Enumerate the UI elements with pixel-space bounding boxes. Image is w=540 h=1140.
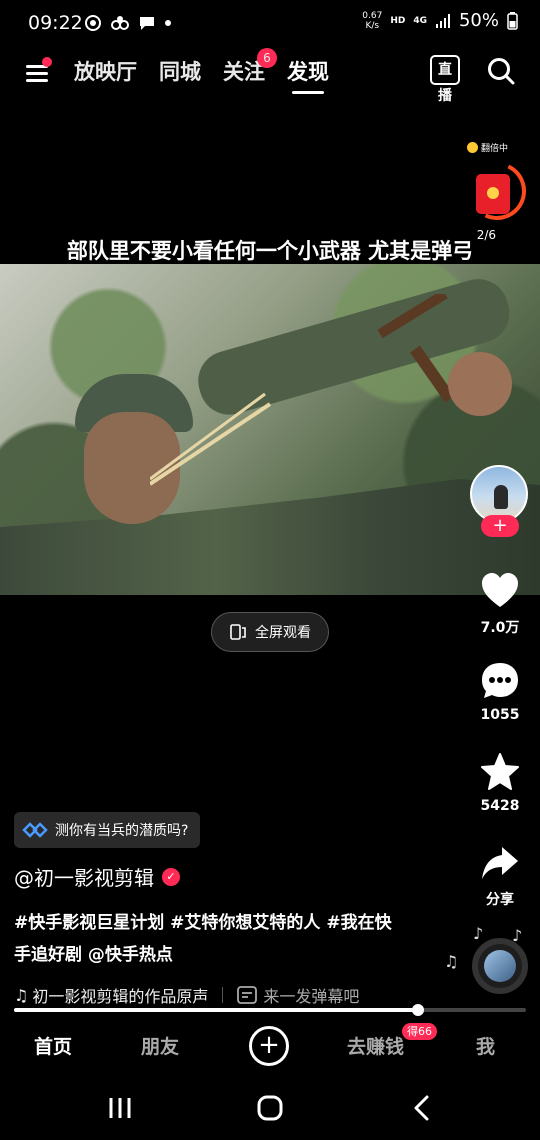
like-action[interactable]: 7.0万 [470,571,530,637]
status-time: 09:22 [28,12,83,34]
network-speed: 0.67 K/s [362,11,382,31]
description-line-2: 手追好剧 @快手热点 [14,945,173,965]
tab-theater[interactable]: 放映厅 [74,56,137,94]
notification-icons [84,14,172,32]
nav-me[interactable]: 我 [476,1032,495,1059]
music-title[interactable]: 初一影视剪辑的作品原声 [32,983,208,1007]
quiz-banner[interactable]: 测你有当兵的潜质吗? [14,812,201,848]
nav-friends[interactable]: 朋友 [141,1032,179,1059]
kuaishou-notification-icon [85,15,101,31]
status-right: 0.67 K/s HD 4G 50% [362,10,518,31]
heart-icon [482,573,518,607]
tab-following[interactable]: 关注 6 [223,48,277,94]
video-frame[interactable] [0,264,540,595]
system-nav-bar [0,1076,540,1140]
music-row: ♫ 初一影视剪辑的作品原声 来一发弹幕吧 [14,983,434,1007]
share-action[interactable]: 分享 [470,843,530,909]
tab-theater-label: 放映厅 [74,60,137,84]
status-bar: 09:22 0.67 K/s HD 4G 50% [0,0,540,50]
follow-button[interactable]: + [481,515,519,537]
more-notifications-dot-icon [165,20,171,26]
top-nav: 放映厅 同城 关注 6 发现 直播 [0,48,540,104]
video-progress-bar[interactable] [14,1004,526,1016]
create-button[interactable]: + [249,1026,289,1066]
author-row[interactable]: @初一影视剪辑 ✓ [14,862,434,891]
tab-nearby-label: 同城 [159,60,201,84]
chat-notification-icon [140,17,154,30]
divider [222,987,224,1003]
star-icon [481,753,519,790]
nav-earn[interactable]: 去赚钱 [347,1032,404,1059]
signal-icon [435,13,450,28]
network-speed-value: 0.67 [362,10,383,21]
quiz-banner-text: 测你有当兵的潜质吗? [55,823,189,839]
menu-notification-dot [42,57,52,67]
back-icon[interactable] [406,1092,438,1124]
following-badge: 6 [257,48,277,68]
progress-fill [14,1008,419,1012]
share-label: 分享 [486,892,514,908]
tab-nearby[interactable]: 同城 [159,56,201,94]
home-icon[interactable] [254,1092,286,1124]
reward-label: 翻倍中 [466,141,508,154]
comment-action[interactable]: 1055 [470,661,530,723]
earn-badge: 得66 [402,1023,437,1040]
music-disc[interactable] [472,938,528,994]
network-speed-unit: K/s [365,20,380,31]
reward-widget[interactable]: 翻倍中 [450,138,535,229]
music-note-icon: ♪ [473,924,484,943]
progress-knob[interactable] [412,1004,425,1016]
bottom-nav: 首页 朋友 + 去赚钱 得66 我 [0,1020,540,1072]
network-type: 4G [413,15,427,26]
like-count: 7.0万 [480,620,520,636]
hd-indicator: HD [390,15,406,26]
video-description[interactable]: #快手影视巨星计划 #艾特你想艾特的人 #我在快 手追好剧 @快手热点 [14,907,434,971]
red-envelope-icon [476,174,510,214]
battery-percent: 50% [458,10,499,31]
author-name: @初一影视剪辑 [14,866,154,890]
comment-icon [482,663,518,698]
menu-button[interactable] [24,57,54,89]
search-icon[interactable] [486,56,516,86]
favorite-action[interactable]: 5428 [470,752,530,814]
nav-home[interactable]: 首页 [34,1032,72,1059]
tab-discover[interactable]: 发现 [287,56,329,94]
favorite-count: 5428 [480,798,520,814]
fullscreen-icon [230,624,246,640]
comment-count: 1055 [480,707,520,723]
video-subtitle: 部队里不要小看任何一个小武器 尤其是弹弓 [66,239,474,263]
coin-icon [466,142,478,153]
fullscreen-button[interactable]: 全屏观看 [211,612,329,652]
nav-tabs: 放映厅 同城 关注 6 发现 [74,48,329,94]
slingshot-image [150,294,512,486]
recent-apps-icon[interactable] [104,1092,136,1124]
music-note-label-icon: ♫ [14,985,29,1005]
share-icon [482,847,518,879]
danmu-input[interactable]: 来一发弹幕吧 [237,983,359,1007]
description-line-1: #快手影视巨星计划 #艾特你想艾特的人 #我在快 [14,913,392,933]
battery-icon [507,11,518,30]
live-button[interactable]: 直播 [430,55,460,104]
music-note-icon: ♫ [444,952,459,971]
tab-discover-label: 发现 [287,60,329,84]
reward-label-text: 翻倍中 [480,144,508,154]
fullscreen-label: 全屏观看 [255,625,311,641]
verified-check-icon: ✓ [162,867,180,886]
link-notification-icon [111,16,129,30]
danmu-placeholder: 来一发弹幕吧 [263,987,360,1006]
danmu-icon [237,986,258,1004]
link-icon [22,822,48,838]
video-info: 测你有当兵的潜质吗? @初一影视剪辑 ✓ #快手影视巨星计划 #艾特你想艾特的人… [14,812,434,1007]
